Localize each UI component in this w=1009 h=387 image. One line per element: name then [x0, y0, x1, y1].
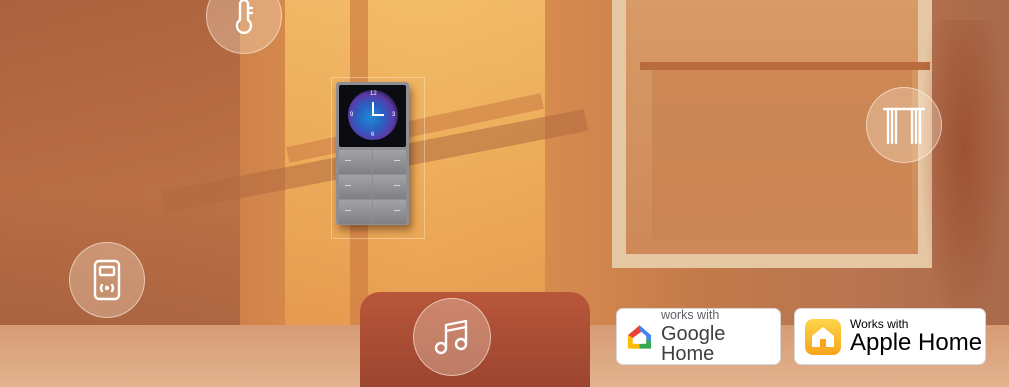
switch-button-row	[339, 175, 406, 199]
switch-button-row	[339, 200, 406, 224]
shelf	[640, 62, 930, 70]
cabinet	[652, 70, 912, 240]
google-home-icon	[627, 324, 652, 349]
curtain-icon	[882, 107, 926, 145]
clock-face: 12 3 6 9	[348, 90, 398, 140]
switch-key-right-2[interactable]	[373, 175, 406, 199]
music-bubble[interactable]	[413, 298, 491, 376]
switch-button-row	[339, 150, 406, 174]
apple-badge-title: Apple Home	[850, 329, 983, 356]
switch-key-left-2[interactable]	[339, 175, 372, 199]
smart-switch-panel[interactable]: 12 3 6 9	[336, 82, 409, 225]
apple-home-icon	[805, 318, 841, 355]
switch-screen[interactable]: 12 3 6 9	[339, 85, 406, 147]
clock-minute-hand	[372, 114, 384, 116]
remote-meter-icon	[93, 259, 121, 301]
google-badge-caption: works with	[660, 307, 720, 322]
meter-bubble[interactable]	[69, 242, 145, 318]
plant	[919, 20, 1009, 340]
clock-numeral: 3	[392, 112, 396, 118]
clock-numeral: 9	[350, 112, 354, 118]
google-home-badge[interactable]: works with Google Home	[617, 309, 780, 364]
clock-numeral: 12	[370, 91, 377, 97]
switch-key-left-1[interactable]	[339, 150, 372, 174]
google-badge-title: Google Home	[660, 323, 726, 366]
music-note-icon	[434, 319, 468, 355]
switch-key-right-1[interactable]	[373, 150, 406, 174]
apple-home-badge[interactable]: Works with Apple Home	[795, 309, 985, 364]
curtain-bubble[interactable]	[866, 87, 942, 163]
clock-numeral: 6	[371, 132, 375, 138]
switch-key-right-3[interactable]	[373, 200, 406, 224]
switch-key-left-3[interactable]	[339, 200, 372, 224]
thermometer-icon	[235, 0, 254, 34]
